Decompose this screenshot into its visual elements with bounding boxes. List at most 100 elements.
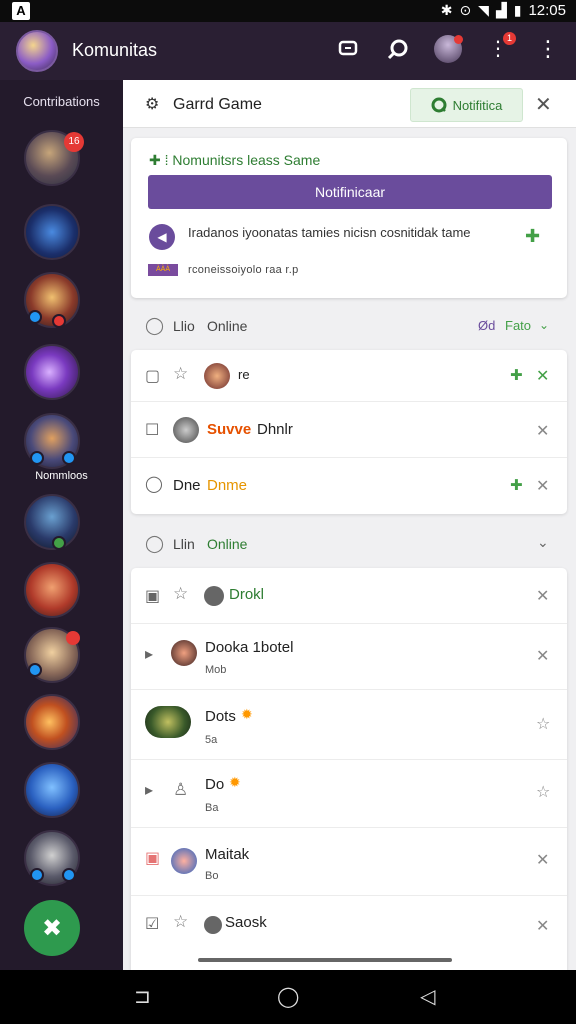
server-label: Nommloos xyxy=(35,470,88,482)
more-dots-icon: ⋮ xyxy=(488,38,508,60)
card-header: ✚ ⁞ Nomunitsrs leass Same xyxy=(149,152,320,169)
section-status: Online xyxy=(207,318,248,334)
overflow-menu-button[interactable]: ⋮ xyxy=(534,35,562,63)
checkbox-icon[interactable]: ▣ xyxy=(145,586,160,606)
list-item[interactable]: ▣ Maitak Bo ✕ xyxy=(131,828,567,896)
sidebar-heading: Contribations xyxy=(23,94,100,109)
search-button[interactable] xyxy=(384,35,412,63)
section-header-2[interactable]: ◯ Llin Online ⌄ xyxy=(123,522,576,566)
server-icon-5[interactable] xyxy=(24,413,80,469)
list-item[interactable]: ▸ ♙ Do ✹ Ba ☆ xyxy=(131,760,567,828)
list-item[interactable]: ▸ Dooka 1botel Mob ✕ xyxy=(131,624,567,690)
battery-icon: ▮ xyxy=(513,2,522,18)
star-icon[interactable]: ☆ xyxy=(173,584,188,604)
chat-button[interactable] xyxy=(334,35,362,63)
server-icon-1[interactable]: 16 xyxy=(24,130,84,186)
game-icon: ⚙ xyxy=(145,96,160,113)
server-icon-10[interactable] xyxy=(24,762,80,818)
star-icon[interactable]: ☆ xyxy=(536,782,550,802)
checkbox-icon[interactable]: ▢ xyxy=(145,366,160,386)
checkbox-icon[interactable]: ▣ xyxy=(145,848,160,868)
server-icon-6[interactable] xyxy=(24,494,80,550)
list-item[interactable]: ☐ Suvve Dhnlr ✕ xyxy=(131,402,567,458)
notification-button[interactable]: Notifitica xyxy=(410,88,523,122)
dismiss-icon[interactable]: ✕ xyxy=(536,916,549,936)
chevron-down-icon[interactable]: ⌄ xyxy=(537,534,549,551)
server-icon-4[interactable] xyxy=(24,344,80,400)
section-filter[interactable]: Fato xyxy=(505,318,531,333)
clock: 12:05 xyxy=(528,2,566,19)
overflow-menu-icon: ⋮ xyxy=(537,36,559,61)
chat-icon xyxy=(338,40,358,56)
list-item[interactable]: ◯ Dne Dnme ✚ ✕ xyxy=(131,458,567,514)
star-icon[interactable]: ☆ xyxy=(173,912,188,932)
server-icon-7[interactable] xyxy=(24,562,80,618)
member-name: Do xyxy=(205,776,225,793)
server-icon-2[interactable] xyxy=(24,204,80,260)
avatar xyxy=(171,848,197,874)
add-server-button[interactable]: ✖ xyxy=(24,900,80,956)
back-button[interactable]: ◁ xyxy=(420,984,435,1009)
list-item[interactable]: ▢ ☆ re ✚ ✕ xyxy=(131,350,567,402)
home-button[interactable]: ◯ xyxy=(277,984,299,1009)
section-header-1[interactable]: ◯ Llio Online Ød Fato ⌄ xyxy=(123,304,576,348)
card-check-icon[interactable]: ✚ xyxy=(525,226,540,247)
check-circle-icon[interactable]: ◯ xyxy=(145,474,163,494)
notification-bell-icon xyxy=(431,97,447,113)
badge-icon[interactable]: ✚ xyxy=(510,366,523,384)
bell-icon[interactable]: ♙ xyxy=(173,780,188,800)
badge-icon[interactable]: ✚ xyxy=(510,476,523,494)
server-icon-9[interactable] xyxy=(24,694,80,750)
card-header-label: Nomunitsrs leass Same xyxy=(172,152,321,168)
checkbox-icon[interactable]: ☑ xyxy=(145,914,159,934)
megaphone-icon: ◀ xyxy=(149,224,175,250)
panel-header: ⚙ Garrd Game Notifitica ✕ xyxy=(123,80,576,128)
avatar xyxy=(204,916,222,934)
profile-badge xyxy=(454,35,463,44)
checkbox-icon[interactable]: ☐ xyxy=(145,420,159,440)
server-icon-8[interactable] xyxy=(24,627,80,683)
app-notification-icon: A xyxy=(12,2,30,20)
status-bar: A ✱ ⊙ ◥ ▟ ▮ 12:05 xyxy=(0,0,576,22)
dismiss-icon[interactable]: ✕ xyxy=(536,850,549,870)
card-notification-button[interactable]: Notifinicaar xyxy=(148,175,552,209)
member-name: Saosk xyxy=(225,914,267,931)
server-status-dot xyxy=(30,868,44,882)
checkbox-icon[interactable]: ▸ xyxy=(145,780,153,800)
server-icon-11[interactable] xyxy=(24,830,80,886)
recents-button[interactable]: ⊐ xyxy=(134,984,151,1009)
checkbox-icon[interactable]: ▸ xyxy=(145,644,153,664)
member-name: re xyxy=(238,367,250,382)
dismiss-icon[interactable]: ✕ xyxy=(536,646,549,666)
notifications-button[interactable]: ⋮ 1 xyxy=(484,32,516,63)
star-icon[interactable]: ☆ xyxy=(536,714,550,734)
signal-icon: ▟ xyxy=(495,2,507,18)
dismiss-icon[interactable]: ✕ xyxy=(536,586,549,606)
dismiss-icon[interactable]: ✕ xyxy=(536,476,549,496)
dismiss-icon[interactable]: ✕ xyxy=(536,366,549,386)
card-sub-icon: ÀÀÀ xyxy=(148,264,178,276)
list-item[interactable]: ▣ ☆ Drokl ✕ xyxy=(131,568,567,624)
wifi-icon: ◥ xyxy=(478,2,489,18)
close-button[interactable]: ✕ xyxy=(535,92,552,117)
member-list-1: ▢ ☆ re ✚ ✕ ☐ Suvve Dhnlr ✕ ◯ Dne Dnme ✚ … xyxy=(131,350,567,514)
list-item[interactable]: Dots ✹ 5a ☆ xyxy=(131,690,567,760)
server-icon-3[interactable] xyxy=(24,272,80,328)
server-status-dot xyxy=(28,663,42,677)
server-status-dot xyxy=(52,536,66,550)
profile-button[interactable] xyxy=(434,35,463,63)
scroll-indicator xyxy=(198,958,452,962)
card-message: Iradanos iyoonatas tamies nicisn cosniti… xyxy=(188,225,471,240)
add-server-icon: ✖ xyxy=(41,914,63,942)
notification-button-label: Notifitica xyxy=(452,97,503,113)
star-icon[interactable]: ☆ xyxy=(173,364,188,384)
section-label: Llio xyxy=(173,318,195,334)
user-avatar[interactable] xyxy=(16,30,58,72)
dismiss-icon[interactable]: ✕ xyxy=(536,421,549,441)
server-status-dot xyxy=(62,451,76,465)
system-nav-bar: ⊐ ◯ ◁ xyxy=(0,970,576,1024)
member-name: Dooka 1botel xyxy=(205,639,294,656)
member-name: Maitak xyxy=(205,846,250,863)
status-icons: ✱ ⊙ ◥ ▟ ▮ 12:05 xyxy=(441,2,566,19)
notification-count-badge: 1 xyxy=(503,32,516,45)
